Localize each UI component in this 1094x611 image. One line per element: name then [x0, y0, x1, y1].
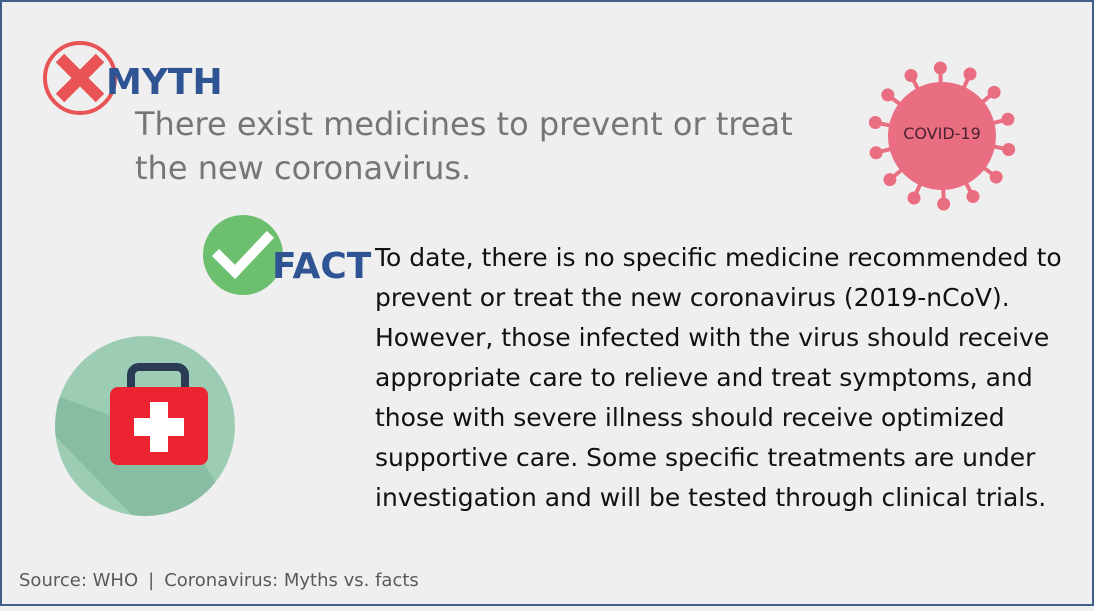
myth-label: MYTH [106, 62, 223, 103]
virus-spike-tip [904, 68, 918, 82]
source-text: Source: WHO [19, 570, 139, 591]
first-aid-kit-icon [55, 336, 235, 516]
virus-spike-tip [937, 197, 951, 211]
footer-separator: | [148, 570, 155, 591]
virus-spike-tip [883, 173, 897, 187]
virus-spike-tip [963, 67, 977, 81]
virus-spike-tip [933, 61, 947, 75]
footer-title: Coronavirus: Myths vs. facts [164, 570, 419, 591]
virus-spike-tip [966, 190, 980, 204]
infographic-card: MYTH There exist medicines to prevent or… [0, 0, 1094, 606]
fact-label: FACT [272, 246, 372, 287]
virus-label: COVID-19 [903, 124, 981, 143]
virus-spike-tip [869, 146, 883, 160]
virus-spike-tip [1002, 143, 1016, 157]
myth-statement: There exist medicines to prevent or trea… [135, 105, 793, 187]
footer: Source: WHO | Coronavirus: Myths vs. facts [19, 570, 419, 591]
virus-icon: COVID-19 [866, 60, 1018, 212]
virus-spike-tip [987, 85, 1001, 99]
virus-spike-tip [881, 88, 895, 102]
fact-statement: To date, there is no specific medicine r… [375, 243, 1062, 512]
virus-spike-tip [907, 191, 921, 205]
virus-spike-tip [989, 170, 1003, 184]
